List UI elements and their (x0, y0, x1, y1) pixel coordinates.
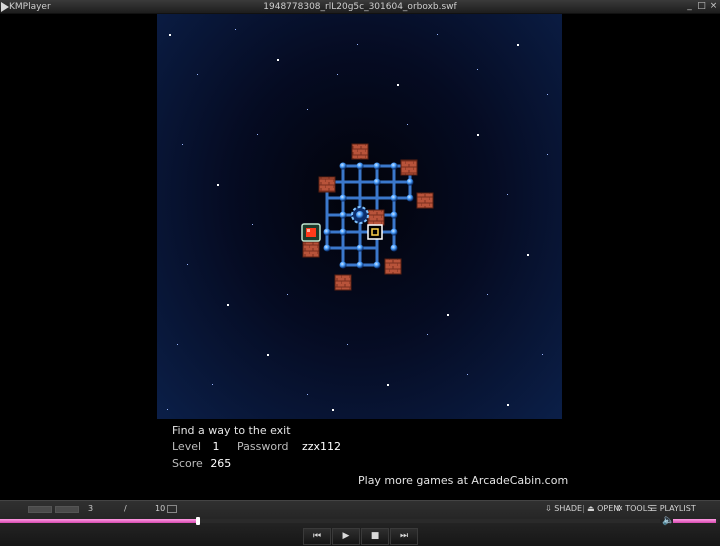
promo-link[interactable]: Play more games at ArcadeCabin.com (358, 474, 568, 487)
video-area: Find a way to the exit Level 1 Password … (0, 14, 720, 500)
title-bar: KMPlayer 1948778308_rlL20g5c_301604_orbo… (0, 0, 720, 14)
level-value: 1 (212, 440, 220, 453)
password-label: Password (237, 440, 289, 453)
hint-text: Find a way to the exit (172, 424, 291, 437)
score-label: Score (172, 457, 203, 470)
maximize-button[interactable]: □ (696, 1, 707, 12)
game-board (301, 143, 434, 291)
seek-knob[interactable] (196, 517, 200, 525)
flash-game-canvas[interactable]: Find a way to the exit Level 1 Password … (157, 14, 568, 500)
level-label: Level (172, 440, 202, 453)
play-button[interactable]: ▶ (332, 528, 360, 545)
password-value: zzx112 (301, 440, 341, 453)
volume-level (673, 519, 716, 523)
subtitle-toggle-icon[interactable] (167, 505, 177, 513)
player-controls: 3 / 10 ⇩ SHADE | ⏏ OPEN ✲ TOOLS ☰ PLAYLI… (0, 500, 720, 546)
position-current: 3 (88, 504, 94, 513)
exit-goal-icon (367, 224, 383, 240)
eject-icon: ⏏ (587, 504, 595, 513)
score-value: 265 (210, 457, 232, 470)
open-button[interactable]: ⏏ OPEN (587, 504, 619, 513)
seek-bar-progress (0, 519, 198, 523)
game-info-panel: Find a way to the exit Level 1 Password … (157, 419, 568, 500)
stop-button[interactable]: ■ (361, 528, 389, 545)
level-password-row: Level 1 Password zzx112 (172, 440, 341, 453)
previous-button[interactable]: ⏮ (303, 528, 331, 545)
window-title: 1948778308_rlL20g5c_301604_orboxb.swf (263, 2, 457, 12)
player-block-icon (301, 223, 321, 242)
divider: | (582, 504, 585, 513)
gear-icon: ✲ (616, 504, 623, 513)
position-total: 10 (155, 504, 166, 513)
position-separator: / (124, 504, 127, 513)
shade-icon: ⇩ (545, 504, 552, 513)
minimize-button[interactable]: _ (684, 1, 695, 12)
next-button[interactable]: ⏭ (390, 528, 418, 545)
shade-button[interactable]: ⇩ SHADE (545, 504, 582, 513)
time-segment-2 (55, 506, 79, 513)
tools-button[interactable]: ✲ TOOLS (616, 504, 652, 513)
score-row: Score 265 (172, 457, 231, 470)
close-button[interactable]: × (708, 1, 719, 12)
list-icon: ☰ (650, 504, 658, 513)
playlist-button[interactable]: ☰ PLAYLIST (650, 504, 696, 513)
teleport-swirl-icon (351, 206, 369, 224)
time-segment-1 (28, 506, 52, 513)
